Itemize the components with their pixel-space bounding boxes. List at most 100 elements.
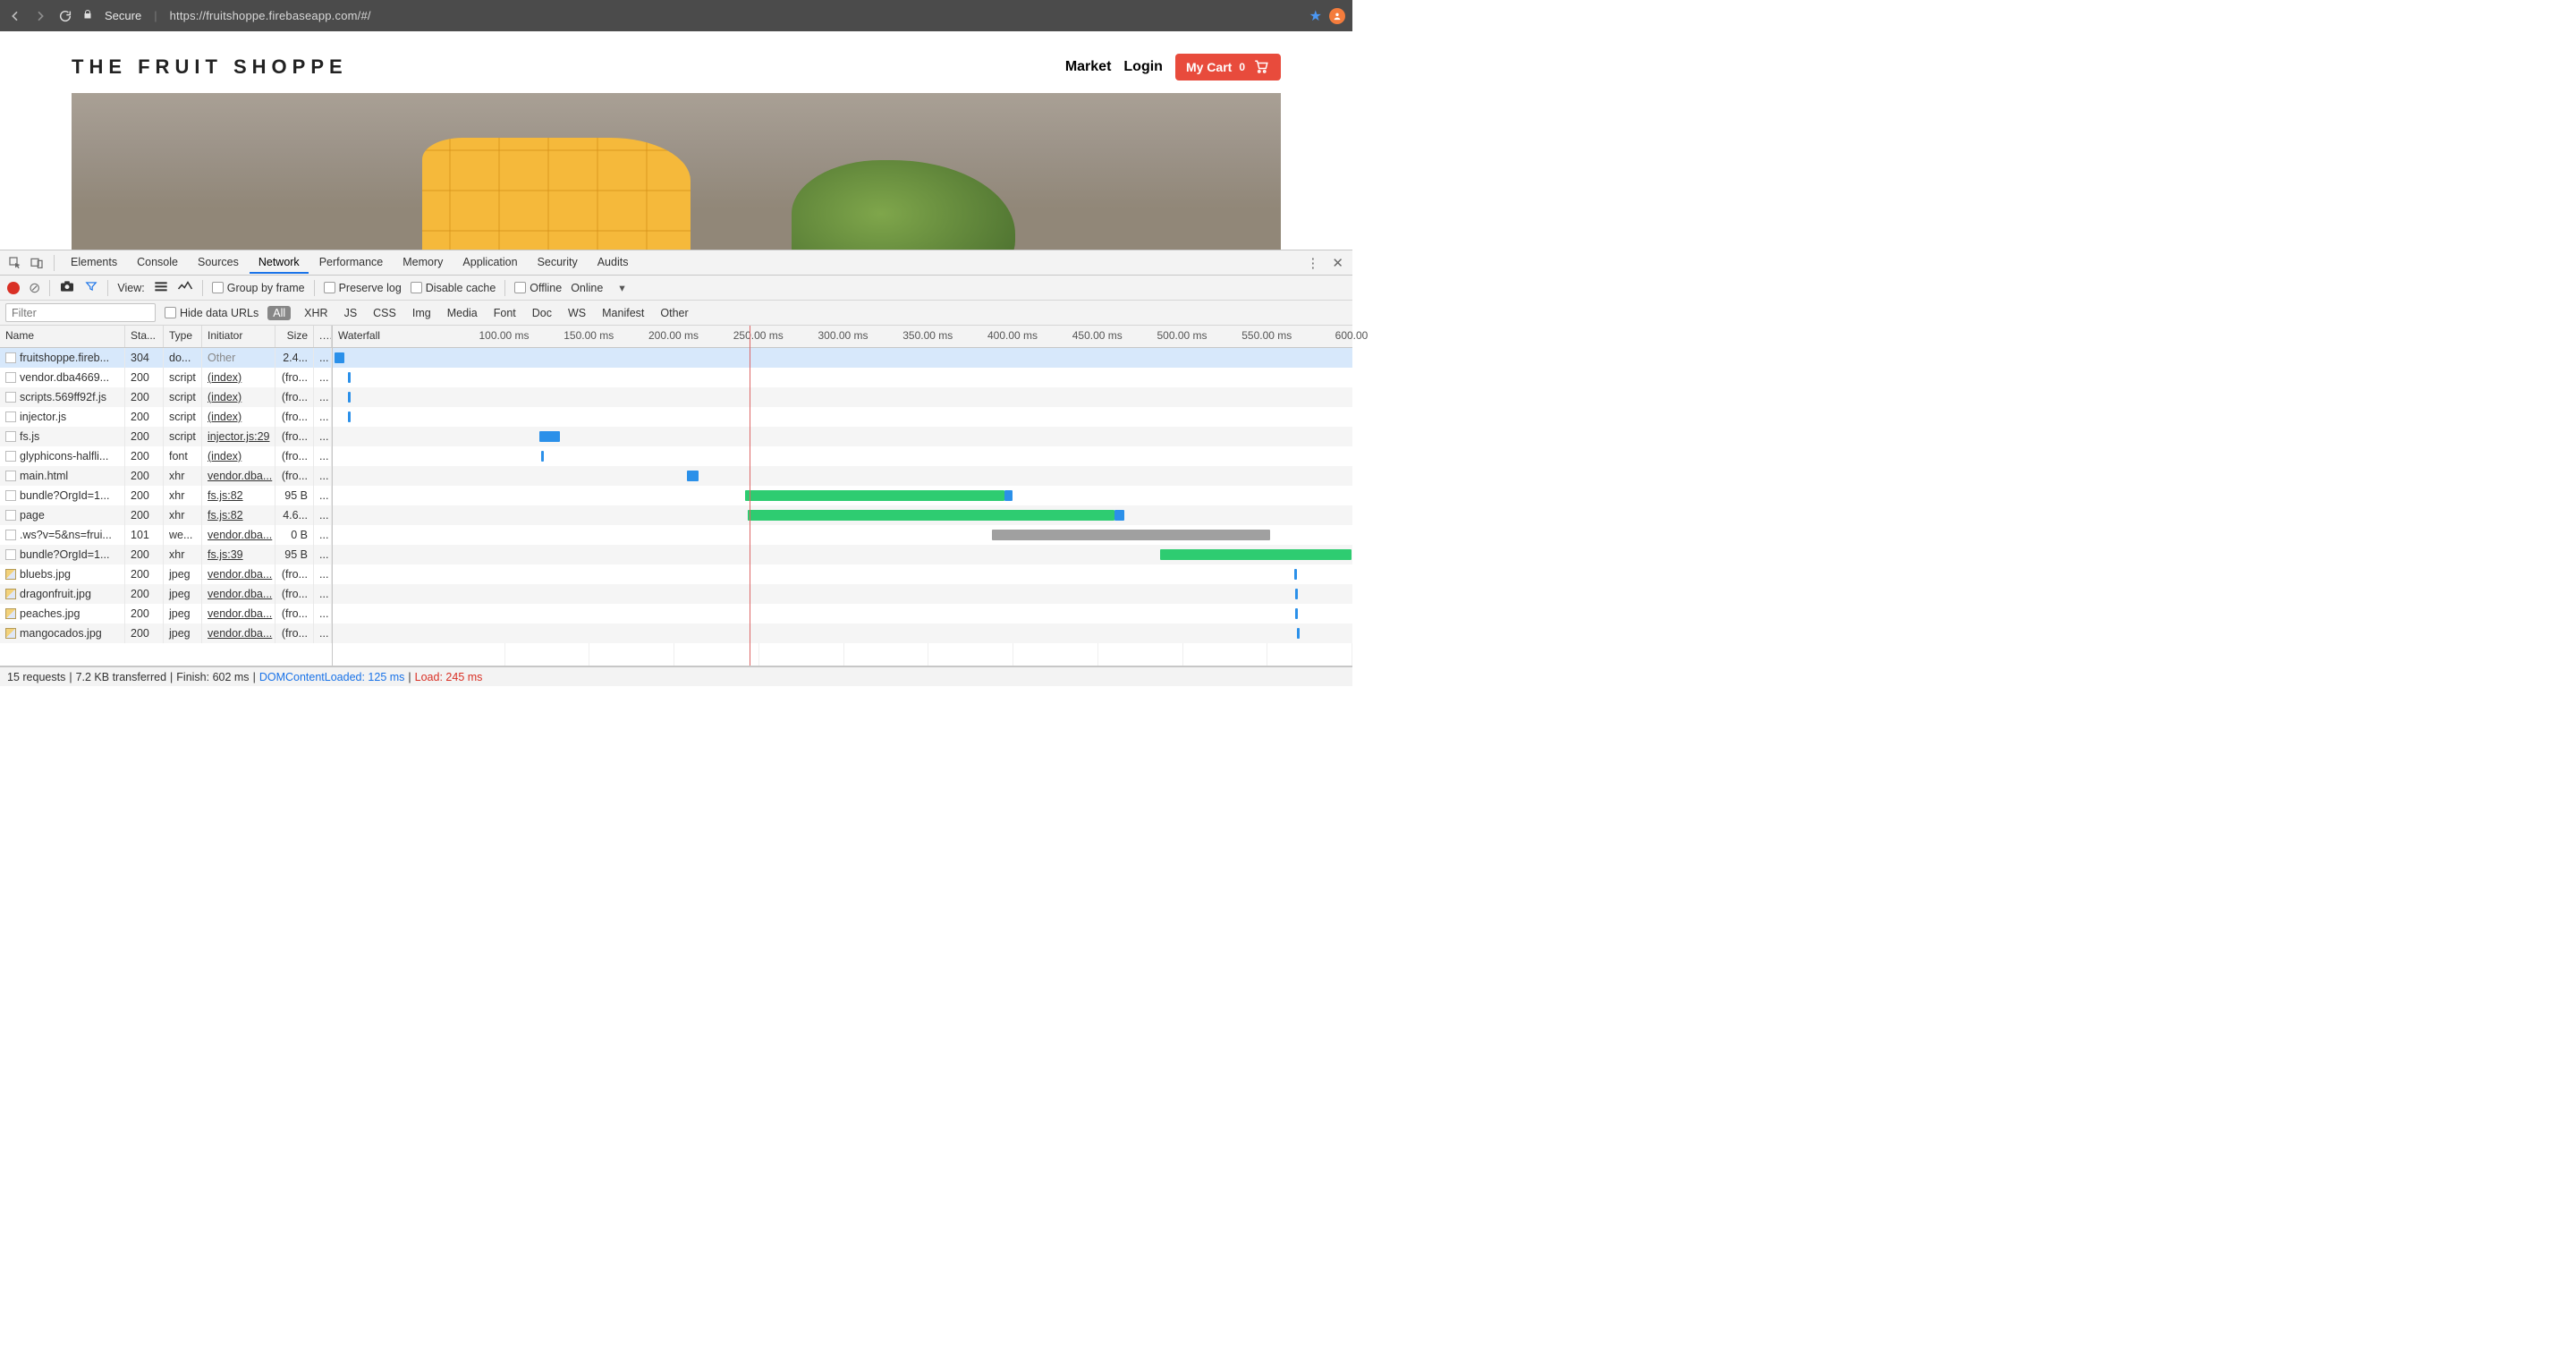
waterfall-row[interactable] — [333, 486, 1352, 505]
waterfall-row[interactable] — [333, 584, 1352, 604]
waterfall-row[interactable] — [333, 446, 1352, 466]
hide-data-urls-checkbox[interactable]: Hide data URLs — [165, 307, 258, 319]
request-initiator[interactable]: (index) — [208, 371, 242, 384]
table-row[interactable]: vendor.dba4669...200script(index)(fro...… — [0, 368, 332, 387]
waterfall-header[interactable]: Waterfall 100.00 ms150.00 ms200.00 ms250… — [333, 326, 1352, 348]
request-initiator[interactable]: fs.js:82 — [208, 509, 243, 522]
filter-type-js[interactable]: JS — [342, 306, 360, 320]
devtools-tab-audits[interactable]: Audits — [589, 251, 638, 274]
table-row[interactable]: main.html200xhrvendor.dba...(fro...... — [0, 466, 332, 486]
table-row[interactable]: bluebs.jpg200jpegvendor.dba...(fro...... — [0, 564, 332, 584]
devtools-tab-performance[interactable]: Performance — [310, 251, 393, 274]
request-initiator[interactable]: vendor.dba... — [208, 568, 272, 581]
table-row[interactable]: glyphicons-halfli...200font(index)(fro..… — [0, 446, 332, 466]
filter-type-xhr[interactable]: XHR — [301, 306, 330, 320]
devtools-tab-elements[interactable]: Elements — [62, 251, 126, 274]
profile-avatar-icon[interactable] — [1329, 8, 1345, 24]
col-initiator[interactable]: Initiator — [202, 326, 275, 347]
record-button[interactable] — [7, 282, 20, 294]
table-row[interactable]: scripts.569ff92f.js200script(index)(fro.… — [0, 387, 332, 407]
request-initiator[interactable]: (index) — [208, 450, 242, 462]
waterfall-row[interactable] — [333, 545, 1352, 564]
waterfall-row[interactable] — [333, 407, 1352, 427]
devtools-tab-application[interactable]: Application — [453, 251, 526, 274]
table-row[interactable]: bundle?OrgId=1...200xhrfs.js:8295 B... — [0, 486, 332, 505]
devtools-tab-sources[interactable]: Sources — [189, 251, 248, 274]
waterfall-row[interactable] — [333, 624, 1352, 643]
table-row[interactable]: page200xhrfs.js:824.6...... — [0, 505, 332, 525]
request-initiator[interactable]: fs.js:82 — [208, 489, 243, 502]
url[interactable]: https://fruitshoppe.firebaseapp.com/#/ — [170, 9, 1301, 22]
forward-button[interactable] — [32, 8, 48, 24]
filter-type-all[interactable]: All — [267, 306, 291, 320]
filter-type-ws[interactable]: WS — [565, 306, 589, 320]
waterfall-row[interactable] — [333, 427, 1352, 446]
waterfall-row[interactable] — [333, 525, 1352, 545]
request-initiator[interactable]: vendor.dba... — [208, 607, 272, 620]
request-initiator[interactable]: (index) — [208, 391, 242, 403]
request-more: ... — [314, 368, 332, 387]
my-cart-button[interactable]: My Cart 0 — [1175, 54, 1281, 81]
filter-type-media[interactable]: Media — [445, 306, 480, 320]
inspect-icon[interactable] — [5, 253, 25, 273]
filter-type-doc[interactable]: Doc — [530, 306, 555, 320]
request-initiator[interactable]: fs.js:39 — [208, 548, 243, 561]
disable-cache-checkbox[interactable]: Disable cache — [411, 282, 496, 294]
devtools-tab-memory[interactable]: Memory — [394, 251, 452, 274]
filter-input[interactable] — [5, 303, 156, 322]
offline-checkbox[interactable]: Offline — [514, 282, 562, 294]
table-row[interactable]: fruitshoppe.fireb...304do...Other2.4....… — [0, 348, 332, 368]
large-rows-icon[interactable] — [154, 281, 168, 294]
filter-type-font[interactable]: Font — [491, 306, 519, 320]
request-initiator[interactable]: (index) — [208, 411, 242, 423]
nav-market-link[interactable]: Market — [1065, 59, 1112, 75]
waterfall-row[interactable] — [333, 368, 1352, 387]
request-initiator[interactable]: injector.js:29 — [208, 430, 269, 443]
filter-type-manifest[interactable]: Manifest — [599, 306, 647, 320]
devtools-menu-icon[interactable]: ⋮ — [1302, 255, 1323, 271]
devtools-close-icon[interactable]: ✕ — [1328, 255, 1347, 271]
filter-type-img[interactable]: Img — [410, 306, 434, 320]
clear-button[interactable]: ⊘ — [29, 279, 40, 297]
nav-login-link[interactable]: Login — [1123, 59, 1163, 75]
waterfall-row[interactable] — [333, 466, 1352, 486]
request-initiator[interactable]: vendor.dba... — [208, 588, 272, 600]
table-row[interactable]: dragonfruit.jpg200jpegvendor.dba...(fro.… — [0, 584, 332, 604]
screenshot-icon[interactable] — [59, 280, 75, 295]
device-toolbar-icon[interactable] — [27, 253, 47, 273]
waterfall-row[interactable] — [333, 604, 1352, 624]
waterfall-row[interactable] — [333, 564, 1352, 584]
preserve-log-checkbox[interactable]: Preserve log — [324, 282, 402, 294]
col-type[interactable]: Type — [164, 326, 202, 347]
waterfall-row[interactable] — [333, 505, 1352, 525]
devtools-tab-security[interactable]: Security — [529, 251, 587, 274]
waterfall-row[interactable] — [333, 387, 1352, 407]
table-row[interactable]: injector.js200script(index)(fro...... — [0, 407, 332, 427]
request-initiator[interactable]: vendor.dba... — [208, 529, 272, 541]
request-initiator[interactable]: vendor.dba... — [208, 470, 272, 482]
waterfall-row[interactable] — [333, 348, 1352, 368]
table-row[interactable]: bundle?OrgId=1...200xhrfs.js:3995 B... — [0, 545, 332, 564]
bookmark-star-icon[interactable]: ★ — [1309, 7, 1322, 25]
col-name[interactable]: Name — [0, 326, 125, 347]
filter-type-css[interactable]: CSS — [370, 306, 399, 320]
back-button[interactable] — [7, 8, 23, 24]
request-initiator[interactable]: vendor.dba... — [208, 627, 272, 640]
table-row[interactable]: mangocados.jpg200jpegvendor.dba...(fro..… — [0, 624, 332, 643]
col-dash[interactable]: ... — [314, 326, 332, 347]
table-row[interactable]: .ws?v=5&ns=frui...101we...vendor.dba...0… — [0, 525, 332, 545]
group-by-frame-checkbox[interactable]: Group by frame — [212, 282, 305, 294]
table-row[interactable]: fs.js200scriptinjector.js:29(fro...... — [0, 427, 332, 446]
waterfall-pane[interactable]: Waterfall 100.00 ms150.00 ms200.00 ms250… — [332, 326, 1352, 666]
col-status[interactable]: Sta... — [125, 326, 164, 347]
table-row[interactable]: peaches.jpg200jpegvendor.dba...(fro.....… — [0, 604, 332, 624]
devtools-tab-network[interactable]: Network — [250, 251, 309, 274]
reload-button[interactable] — [57, 8, 73, 24]
col-size[interactable]: Size — [275, 326, 314, 347]
overview-icon[interactable] — [177, 281, 193, 294]
filter-icon[interactable] — [84, 280, 98, 295]
filter-type-other[interactable]: Other — [657, 306, 691, 320]
throttling-select[interactable]: Online ▾ — [571, 281, 624, 294]
brand-logo[interactable]: THE FRUIT SHOPPE — [72, 55, 348, 79]
devtools-tab-console[interactable]: Console — [128, 251, 187, 274]
